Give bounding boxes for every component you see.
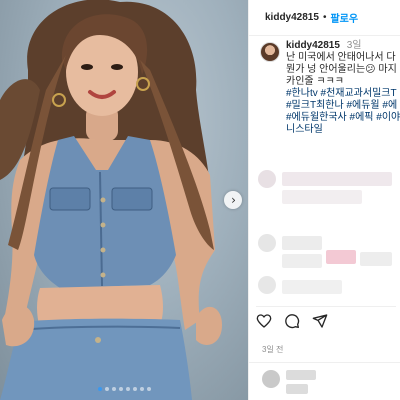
caption-line-1: 난 미국에서 안태어나서 다 [286,52,396,63]
blurred-comment [258,170,276,188]
post-header: kiddy42815 • 팔로우 [249,0,400,36]
posted-time: 3일 전 [262,345,284,354]
emoji: 😕 [365,64,376,75]
caption-text: kiddy42815 3일 난 미국에서 안태어나서 다 뭔가 넝 안어울리는😕… [286,40,400,136]
blurred-comment [282,172,392,186]
caption-block: kiddy42815 3일 난 미국에서 안태어나서 다 뭔가 넝 안어울리는😕… [258,40,400,136]
caption-line-2-suffix: 마지 [375,64,397,75]
blurred-comment [282,236,322,250]
follow-button[interactable]: 팔로우 [330,10,358,25]
hashtag-line-2[interactable]: #밀크T최한나 #에듀윌 #에 [286,100,400,112]
blurred-comment [258,234,276,252]
caption-username[interactable]: kiddy42815 [286,40,340,51]
carousel-dot[interactable] [146,387,151,391]
comment-icon[interactable] [284,313,300,329]
share-icon[interactable] [312,313,328,329]
carousel-next-button[interactable]: › [224,191,242,209]
hashtag-line-3[interactable]: #에듀윌한국사 #에픽 #이야 [286,112,400,124]
blurred-comment [258,276,276,294]
caption-line-2: 뭔가 넝 안어울리는😕 마지 [286,64,400,76]
caption-time: 3일 [346,40,362,51]
photo-illustration [0,0,222,400]
carousel-dot[interactable] [139,387,144,391]
carousel-dot[interactable] [104,387,109,391]
header-username[interactable]: kiddy42815 [265,12,319,23]
blurred-comment [282,280,342,294]
post-photo[interactable]: › [0,0,248,400]
heart-icon[interactable] [256,313,272,329]
hashtag-line-4[interactable]: 니스타일 [286,124,400,136]
carousel-dot[interactable] [132,387,137,391]
post-actions [256,306,396,329]
blurred-comment [282,190,362,204]
carousel-dot[interactable] [111,387,116,391]
header-separator: • [322,12,327,23]
blurred-comment-text [286,370,316,380]
caption-line-2-text: 뭔가 넝 안어울리는 [286,64,366,75]
next-chevron-icon: › [231,193,236,207]
hashtag-line-1[interactable]: #한나tv #천재교과서밀크T [286,88,400,100]
carousel-dot[interactable] [118,387,123,391]
blurred-comment [360,252,392,266]
carousel-dot[interactable] [97,387,102,391]
blurred-comment [282,254,322,268]
blurred-comment [326,250,356,264]
carousel-dots [0,387,248,391]
commenter-avatar [262,370,280,388]
blurred-comment-text [286,384,308,394]
carousel-dot[interactable] [125,387,130,391]
avatar[interactable] [260,42,280,62]
caption-line-3: 카인줄 ㅋㅋㅋ [286,76,344,87]
